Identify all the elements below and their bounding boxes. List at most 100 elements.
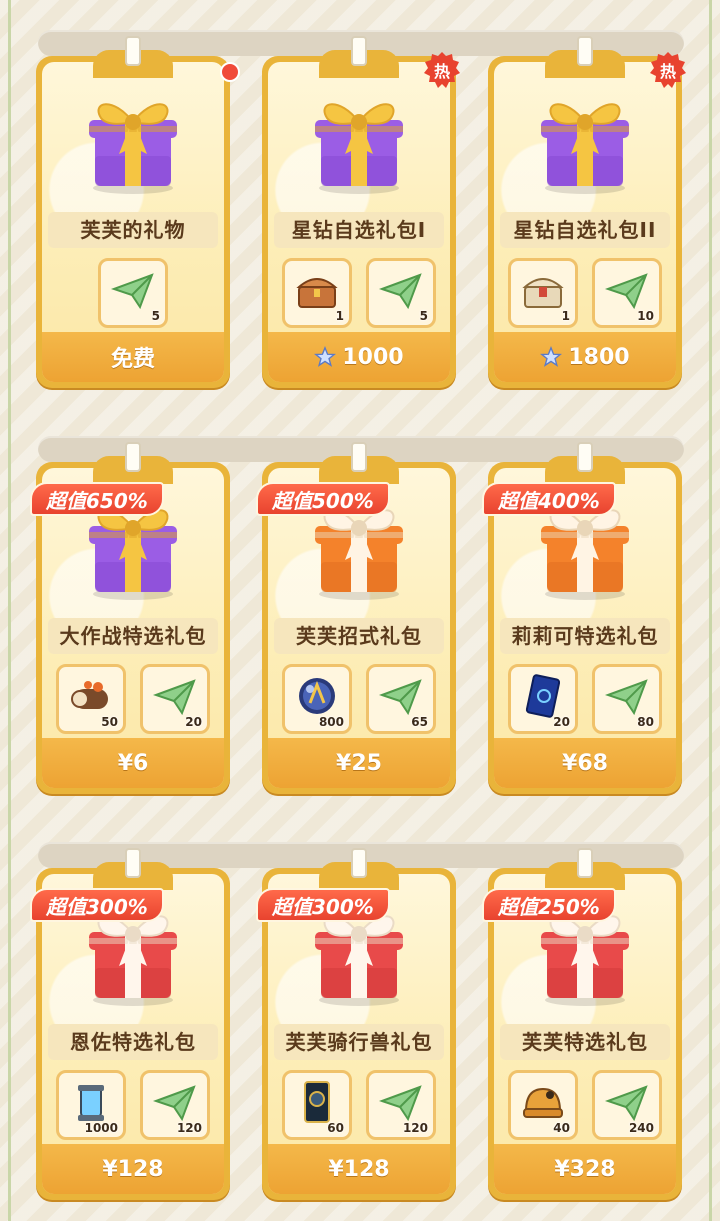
clip-icon [577,848,593,878]
star-diamond-icon [540,346,563,368]
reward-items: 1 10 [488,258,682,328]
reward-item[interactable]: 5 [98,258,168,328]
clip-icon [125,36,141,66]
reward-items: 800 65 [262,664,456,734]
gift-box-icon [299,76,419,196]
reward-quantity: 800 [318,715,344,729]
reward-item[interactable]: 60 [282,1070,352,1140]
price-label: 1800 [568,344,630,370]
reward-item[interactable]: 240 [592,1070,662,1140]
reward-item[interactable]: 40 [508,1070,578,1140]
price-button[interactable]: ¥128 [268,1144,450,1194]
clip-icon [351,442,367,472]
reward-item[interactable]: 120 [140,1070,210,1140]
pack-name: 芙芙招式礼包 [274,618,444,654]
reward-item[interactable]: 65 [366,664,436,734]
price-label: ¥128 [328,1156,390,1182]
pack-name: 星钻自选礼包I [274,212,444,248]
reward-quantity: 1000 [84,1121,118,1135]
left-frame-line [8,0,11,1221]
card-hanger [545,848,625,890]
card-hanger [319,848,399,890]
reward-items: 5 [36,258,230,328]
clip-icon [125,442,141,472]
reward-quantity: 120 [176,1121,202,1135]
pack-name: 芙芙的礼物 [48,212,218,248]
reward-item[interactable]: 1000 [56,1070,126,1140]
reward-quantity: 50 [101,715,118,729]
pack-name: 芙芙特选礼包 [500,1024,670,1060]
clip-icon [577,36,593,66]
pack-name: 星钻自选礼包II [500,212,670,248]
reward-items: 50 20 [36,664,230,734]
pack-name: 恩佐特选礼包 [48,1024,218,1060]
price-button[interactable]: ¥6 [42,738,224,788]
gift-box-icon [525,76,645,196]
value-promo-badge: 超值300% [30,888,164,922]
reward-quantity: 5 [151,309,160,323]
card-hanger [545,442,625,484]
card-hanger [319,442,399,484]
reward-quantity: 1 [335,309,344,323]
reward-quantity: 65 [411,715,428,729]
price-label: ¥128 [102,1156,164,1182]
reward-item[interactable]: 1 [282,258,352,328]
card-hanger [93,442,173,484]
reward-item[interactable]: 120 [366,1070,436,1140]
price-label: ¥6 [117,750,149,776]
reward-item[interactable]: 1 [508,258,578,328]
reward-item[interactable]: 80 [592,664,662,734]
reward-items: 1 5 [262,258,456,328]
reward-quantity: 1 [561,309,570,323]
price-button[interactable]: ¥25 [268,738,450,788]
reward-quantity: 20 [185,715,202,729]
value-promo-badge: 超值500% [256,482,390,516]
card-hanger [319,36,399,78]
card-hanger [93,848,173,890]
reward-quantity: 10 [637,309,654,323]
star-diamond-icon [314,346,337,368]
gift-pack-card[interactable]: 芙芙的礼物 5 免费 [36,36,230,388]
price-button[interactable]: 1000 [268,332,450,382]
hot-badge: 热 [648,50,688,90]
price-button[interactable]: 免费 [42,332,224,382]
price-button[interactable]: 1800 [494,332,676,382]
pack-name: 莉莉可特选礼包 [500,618,670,654]
price-label: ¥68 [562,750,608,776]
reward-quantity: 80 [637,715,654,729]
price-button[interactable]: ¥68 [494,738,676,788]
reward-item[interactable]: 10 [592,258,662,328]
price-button[interactable]: ¥328 [494,1144,676,1194]
reward-items: 1000 120 [36,1070,230,1140]
card-hanger [545,36,625,78]
gift-box-icon [73,76,193,196]
clip-icon [351,36,367,66]
notification-dot [220,62,240,82]
value-promo-badge: 超值300% [256,888,390,922]
reward-items: 40 240 [488,1070,682,1140]
reward-quantity: 5 [419,309,428,323]
clip-icon [125,848,141,878]
reward-items: 60 120 [262,1070,456,1140]
price-label: 免费 [110,347,155,372]
reward-item[interactable]: 800 [282,664,352,734]
reward-item[interactable]: 50 [56,664,126,734]
pack-name: 芙芙骑行兽礼包 [274,1024,444,1060]
pack-name: 大作战特选礼包 [48,618,218,654]
clip-icon [351,848,367,878]
value-promo-badge: 超值650% [30,482,164,516]
reward-item[interactable]: 20 [140,664,210,734]
value-promo-badge: 超值400% [482,482,616,516]
reward-quantity: 40 [553,1121,570,1135]
reward-quantity: 120 [402,1121,428,1135]
price-button[interactable]: ¥128 [42,1144,224,1194]
hot-badge: 热 [422,50,462,90]
price-label: ¥328 [554,1156,616,1182]
reward-item[interactable]: 20 [508,664,578,734]
reward-items: 20 80 [488,664,682,734]
value-promo-badge: 超值250% [482,888,616,922]
price-label: 1000 [342,344,404,370]
reward-item[interactable]: 5 [366,258,436,328]
card-hanger [93,36,173,78]
right-frame-line [709,0,712,1221]
